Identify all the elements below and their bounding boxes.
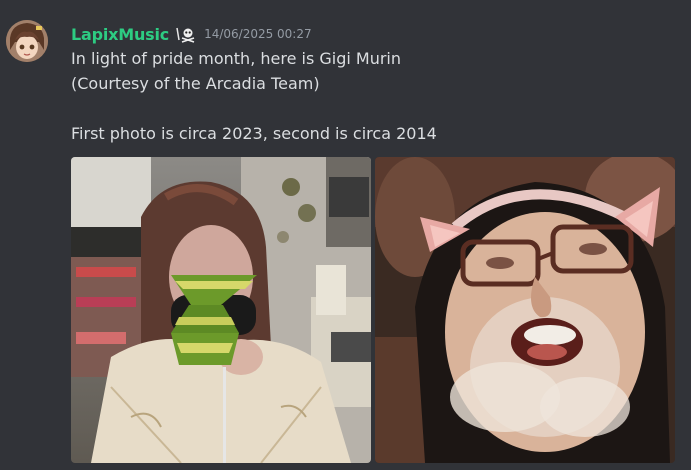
message-line-blank [71, 97, 671, 122]
attachment-image-1[interactable] [71, 157, 371, 463]
user-avatar[interactable] [6, 20, 48, 62]
username[interactable]: LapixMusic [71, 25, 169, 44]
message-line: In light of pride month, here is Gigi Mu… [71, 49, 402, 68]
message-content: In light of pride month, here is Gigi Mu… [71, 47, 671, 147]
attachment-image-2[interactable] [375, 157, 675, 463]
chat-message: LapixMusic 14/06/2025 00:27 In light of … [0, 0, 691, 470]
skull-crossbones-icon [174, 25, 196, 43]
message-line: First photo is circa 2023, second is cir… [71, 124, 437, 143]
attachment-gallery [71, 157, 676, 463]
message-header: LapixMusic 14/06/2025 00:27 [71, 22, 312, 46]
message-timestamp: 14/06/2025 00:27 [204, 27, 312, 41]
message-line: (Courtesy of the Arcadia Team) [71, 74, 320, 93]
